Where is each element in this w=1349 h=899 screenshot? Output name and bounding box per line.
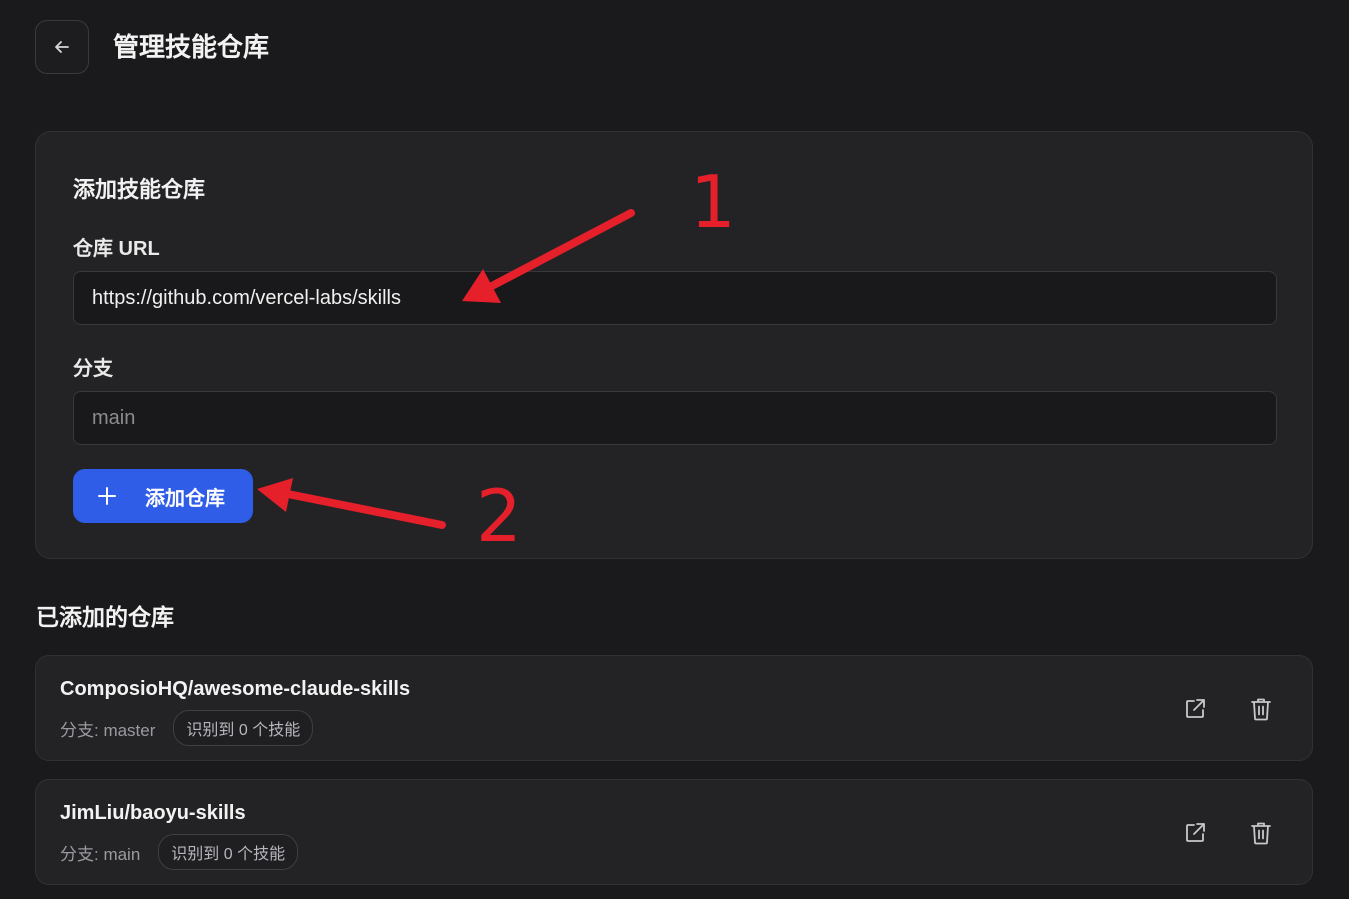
add-repo-button[interactable]: 添加仓库	[73, 469, 253, 523]
branch-input[interactable]	[73, 391, 1277, 445]
repo-item: JimLiu/baoyu-skills 分支: main 识别到 0 个技能	[35, 779, 1313, 885]
open-repo-button[interactable]	[1180, 694, 1210, 724]
delete-repo-button[interactable]	[1246, 818, 1276, 848]
add-repo-card: 添加技能仓库 仓库 URL 分支 添加仓库	[35, 131, 1313, 559]
arrow-left-icon	[55, 41, 69, 53]
branch-label: 分支	[73, 358, 113, 380]
repo-meta: 分支: main 识别到 0 个技能	[60, 834, 299, 870]
repo-name: JimLiu/baoyu-skills	[60, 802, 246, 824]
add-repo-title: 添加技能仓库	[73, 177, 206, 202]
repo-name: ComposioHQ/awesome-claude-skills	[60, 678, 411, 700]
repo-branch: 分支: master	[60, 720, 156, 740]
repo-url-input[interactable]	[73, 271, 1277, 325]
added-repos-title: 已添加的仓库	[36, 604, 174, 630]
delete-repo-button[interactable]	[1246, 694, 1276, 724]
trash-icon	[1251, 822, 1271, 845]
plus-icon	[98, 487, 116, 505]
trash-icon	[1251, 698, 1271, 721]
repo-url-label: 仓库 URL	[73, 238, 160, 260]
repo-meta: 分支: master 识别到 0 个技能	[60, 710, 314, 746]
skills-count-badge: 识别到 0 个技能	[158, 834, 299, 870]
add-repo-button-label: 添加仓库	[145, 487, 225, 510]
back-button[interactable]	[35, 20, 89, 74]
page-title: 管理技能仓库	[113, 32, 270, 62]
skills-count-badge: 识别到 0 个技能	[173, 710, 314, 746]
repo-item: ComposioHQ/awesome-claude-skills 分支: mas…	[35, 655, 1313, 761]
manage-skill-repos-page: 管理技能仓库 添加技能仓库 仓库 URL 分支 添加仓库 已添加的仓库 Comp…	[0, 0, 1349, 899]
open-repo-button[interactable]	[1180, 818, 1210, 848]
external-link-icon	[1186, 699, 1205, 718]
repo-branch: 分支: main	[60, 844, 141, 864]
external-link-icon	[1186, 823, 1205, 842]
